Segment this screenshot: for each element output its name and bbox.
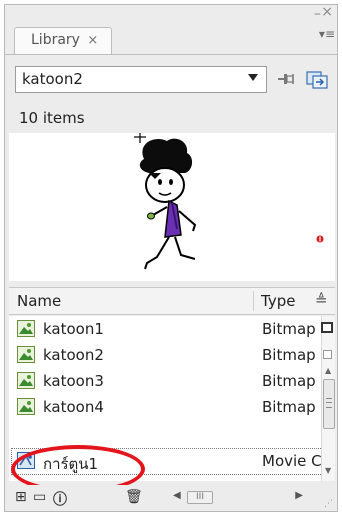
item-type: Bitmap <box>262 346 316 364</box>
item-name: katoon2 <box>43 346 104 364</box>
new-folder-icon[interactable]: ▭ <box>33 489 46 505</box>
properties-icon[interactable]: ⓘ <box>53 489 67 509</box>
hscroll-thumb[interactable]: III <box>187 491 213 504</box>
column-toggle-icon[interactable] <box>323 350 332 359</box>
item-name: katoon1 <box>43 320 104 338</box>
tab-library[interactable]: Library × <box>14 27 112 55</box>
list-item[interactable]: katoon2 Bitmap <box>9 342 321 368</box>
resize-grip-icon[interactable]: ⋰ <box>324 499 333 509</box>
library-footer: ⊞ ▭ ⓘ 🗑 ◀ III ▶ ⋰ <box>9 485 335 511</box>
tab-close-icon[interactable]: × <box>87 33 98 48</box>
scroll-thumb[interactable] <box>323 379 335 429</box>
close-panel-button[interactable]: × <box>321 5 333 19</box>
sort-order-icon[interactable]: ≜ <box>315 291 328 309</box>
list-item[interactable]: katoon3 Bitmap <box>9 368 321 394</box>
column-separator[interactable] <box>253 291 254 311</box>
bitmap-icon <box>17 320 35 337</box>
list-item[interactable]: katoon4 Bitmap <box>9 394 321 420</box>
bitmap-icon <box>17 346 35 363</box>
scroll-left-icon[interactable]: ◀ <box>173 490 181 501</box>
type-column-header[interactable]: Type <box>261 292 295 310</box>
tab-library-label: Library <box>31 32 80 48</box>
new-library-panel-icon[interactable] <box>305 68 329 90</box>
minimize-button[interactable]: – <box>314 7 321 21</box>
pin-library-icon[interactable] <box>275 68 297 90</box>
bitmap-icon <box>17 398 35 415</box>
chevron-down-icon[interactable] <box>248 74 258 81</box>
symbol-preview <box>9 133 335 281</box>
panel-menu-icon[interactable]: ▾≡ <box>319 27 335 41</box>
name-column-header[interactable]: Name <box>17 292 61 310</box>
item-count: 10 items <box>19 109 85 127</box>
new-symbol-icon[interactable]: ⊞ <box>15 489 27 505</box>
scroll-up-icon[interactable]: ▲ <box>325 366 331 375</box>
library-select[interactable]: katoon2 <box>15 66 267 93</box>
library-select-value: katoon2 <box>22 70 83 88</box>
bitmap-icon <box>17 372 35 389</box>
list-item[interactable]: katoon1 Bitmap <box>9 316 321 342</box>
item-name: katoon3 <box>43 372 104 390</box>
grip-icon <box>326 398 332 408</box>
item-type: Bitmap <box>262 398 316 416</box>
horizontal-scrollbar[interactable]: ◀ III ▶ <box>173 490 303 505</box>
tab-divider <box>5 54 337 55</box>
list-header: Name Type ≜ <box>9 287 335 315</box>
scroll-down-icon[interactable]: ▼ <box>325 466 331 475</box>
scroll-right-icon[interactable]: ▶ <box>295 490 303 501</box>
item-name: katoon4 <box>43 398 104 416</box>
trash-icon[interactable]: 🗑 <box>125 489 143 505</box>
item-type: Bitmap <box>262 320 316 338</box>
view-mode-icon[interactable] <box>321 322 333 333</box>
cartoon-character-image <box>134 133 324 270</box>
item-type: Bitmap <box>262 372 316 390</box>
vertical-scrollbar[interactable]: ▲ ▼ <box>321 316 335 481</box>
library-panel: – × ▾≡ Library × katoon2 10 items Name T… <box>4 4 338 512</box>
